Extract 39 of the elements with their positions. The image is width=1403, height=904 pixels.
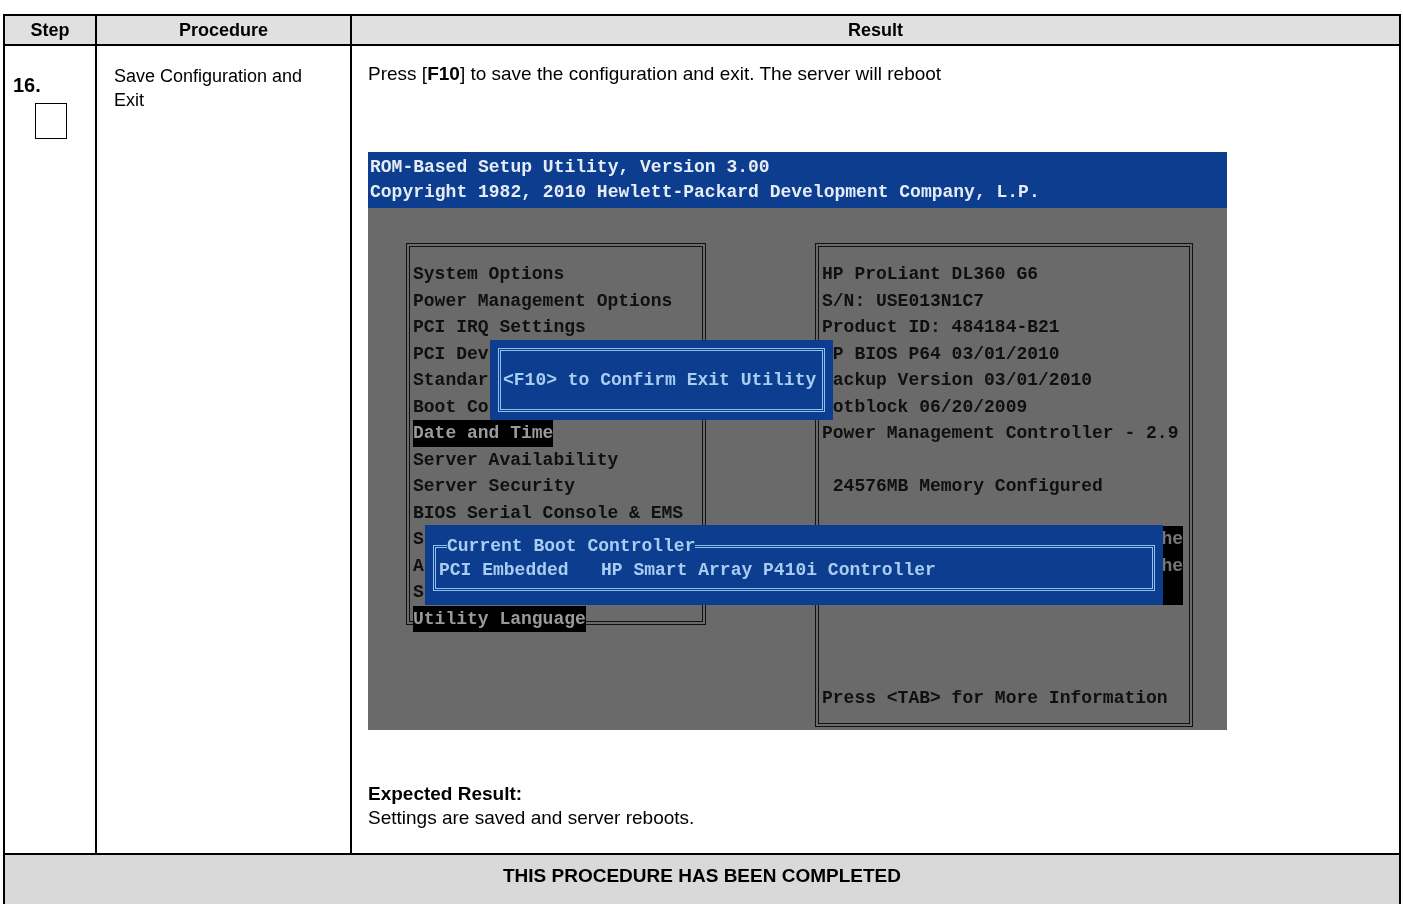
completion-text: THIS PROCEDURE HAS BEEN COMPLETED <box>503 865 901 887</box>
menu-item[interactable]: Standar <box>413 367 489 394</box>
info-text: Product ID: 484184-B21 <box>822 316 1060 339</box>
info-text: Power Management Controller - 2.9 <box>822 422 1179 445</box>
menu-item[interactable]: BIOS Serial Console & EMS <box>413 499 684 526</box>
column-header: Procedure <box>97 16 352 44</box>
menu-item[interactable]: A <box>413 552 424 579</box>
dialog-text: PCI Embedded HP Smart Array P410i Controller <box>438 559 936 582</box>
info-text: he <box>1161 528 1183 551</box>
info-text: he <box>1161 554 1183 578</box>
checkbox[interactable] <box>35 103 67 139</box>
bios-title-text: ROM-Based Setup Utility, Version 3.00 <box>370 156 771 179</box>
column-header: Step <box>5 16 97 44</box>
menu-item[interactable]: Boot Co <box>413 393 489 420</box>
dialog-text: <F10> to Confirm Exit Utility <box>498 348 825 412</box>
menu-item[interactable]: Server Availability <box>413 446 619 473</box>
hint-text: Press <TAB> for More Information <box>822 686 1168 710</box>
expected-result-text: Settings are saved and server reboots. <box>368 806 695 830</box>
procedure-text: Save Configuration and Exit <box>114 65 304 112</box>
menu-item[interactable]: Date and Time <box>413 420 554 447</box>
info-text: HP ProLiant DL360 G6 <box>822 263 1039 286</box>
menu-item[interactable]: PCI IRQ Settings <box>413 314 586 341</box>
menu-item[interactable]: PCI Dev <box>413 340 489 367</box>
step-number: 16. <box>13 74 41 97</box>
menu-item[interactable]: System Options <box>413 261 565 288</box>
info-text: S/N: USE013N1C7 <box>822 289 985 313</box>
info-text: otblock 06/20/2009 <box>831 395 1028 419</box>
memory-text: 24576MB Memory Configured <box>831 475 1103 498</box>
menu-item[interactable]: Power Management Options <box>413 287 673 314</box>
menu-item[interactable]: S <box>413 526 424 553</box>
info-text: ackup Version 03/01/2010 <box>831 369 1093 392</box>
expected-result-label: Expected Result: <box>368 782 523 806</box>
menu-item[interactable]: Server Security <box>413 473 576 500</box>
menu-item[interactable]: Utility Language <box>413 605 586 632</box>
column-header: Result <box>847 19 904 42</box>
bios-title-text: Copyright 1982, 2010 Hewlett-Packard Development Company, L.P. <box>370 181 1041 204</box>
instruction-text: Press [F10] to save the configuration and exit. The server will reboot <box>368 63 942 85</box>
menu-item[interactable]: S <box>413 579 424 606</box>
info-text: P BIOS P64 03/01/2010 <box>831 342 1060 366</box>
